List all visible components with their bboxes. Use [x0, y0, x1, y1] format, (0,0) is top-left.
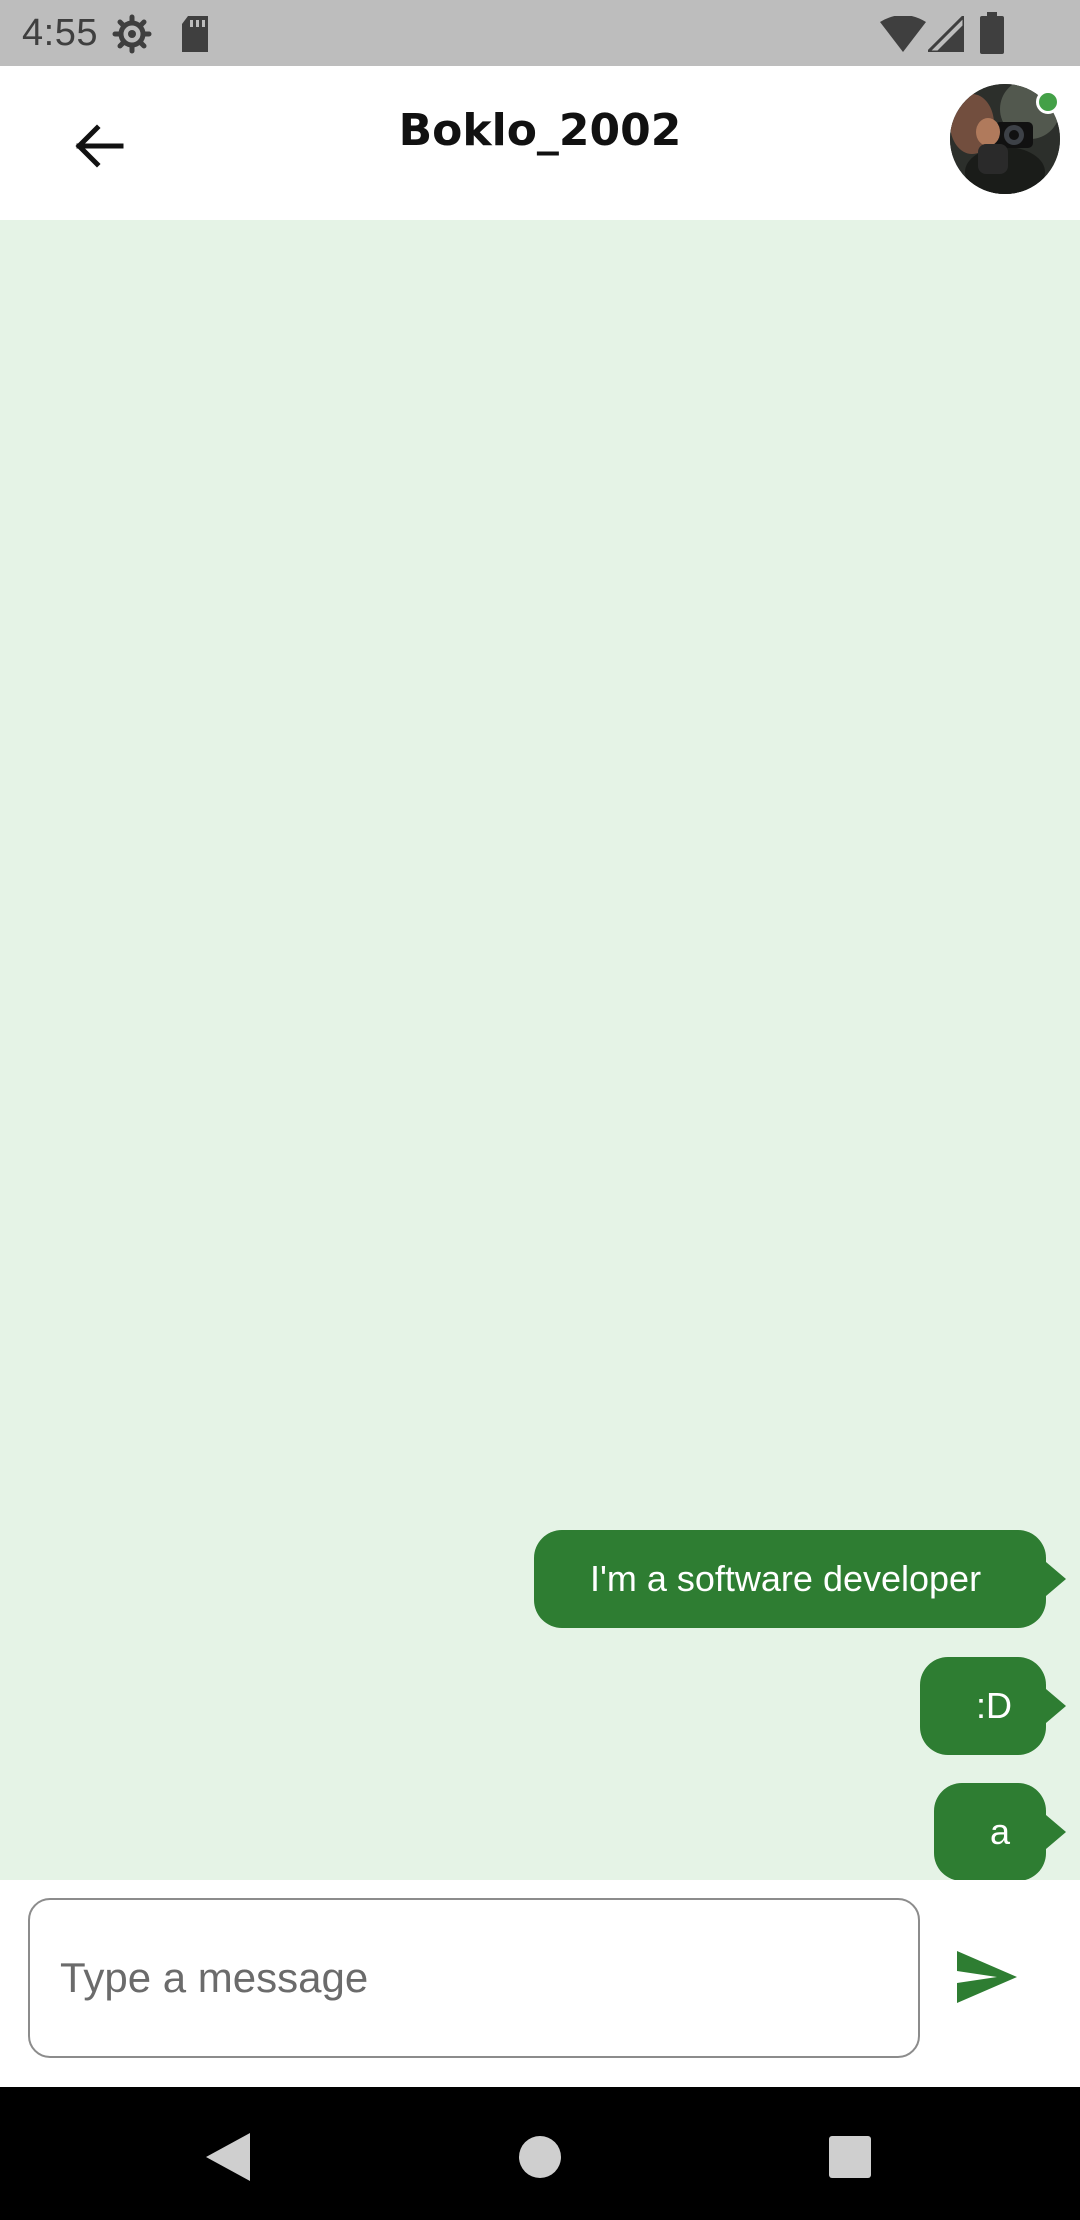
system-nav-bar	[0, 2087, 1080, 2220]
nav-back-button[interactable]	[188, 2117, 268, 2197]
sd-card-icon	[182, 16, 208, 52]
composer-bar	[0, 1880, 1080, 2087]
nav-home-button[interactable]	[500, 2117, 580, 2197]
message-bubble[interactable]: :D	[920, 1657, 1066, 1755]
message-bubble[interactable]: a	[934, 1783, 1066, 1881]
nav-recents-button[interactable]	[810, 2117, 890, 2197]
cellular-signal-icon	[928, 16, 964, 52]
home-circle-icon	[519, 2136, 561, 2178]
back-triangle-icon	[206, 2133, 250, 2181]
arrow-back-icon	[75, 124, 124, 168]
message-text: I'm a software developer	[590, 1558, 982, 1599]
message-list[interactable]: I'm a software developer :D a	[0, 220, 1080, 1881]
message-text: a	[990, 1811, 1011, 1852]
message-text: :D	[976, 1685, 1012, 1726]
recents-square-icon	[829, 2136, 871, 2178]
online-status-dot	[1036, 90, 1060, 114]
chat-header: Boklo_2002	[0, 66, 1080, 220]
wifi-icon	[880, 16, 926, 52]
status-bar: 4:55	[0, 0, 1080, 66]
back-button[interactable]	[60, 106, 140, 186]
message-bubble[interactable]: I'm a software developer	[534, 1530, 1066, 1628]
send-button[interactable]	[950, 1940, 1024, 2014]
status-time: 4:55	[22, 12, 98, 54]
send-icon	[957, 1951, 1017, 2003]
battery-icon	[980, 12, 1004, 54]
page-title: Boklo_2002	[398, 105, 682, 156]
message-input[interactable]	[28, 1898, 920, 2058]
settings-gear-icon	[112, 14, 152, 54]
